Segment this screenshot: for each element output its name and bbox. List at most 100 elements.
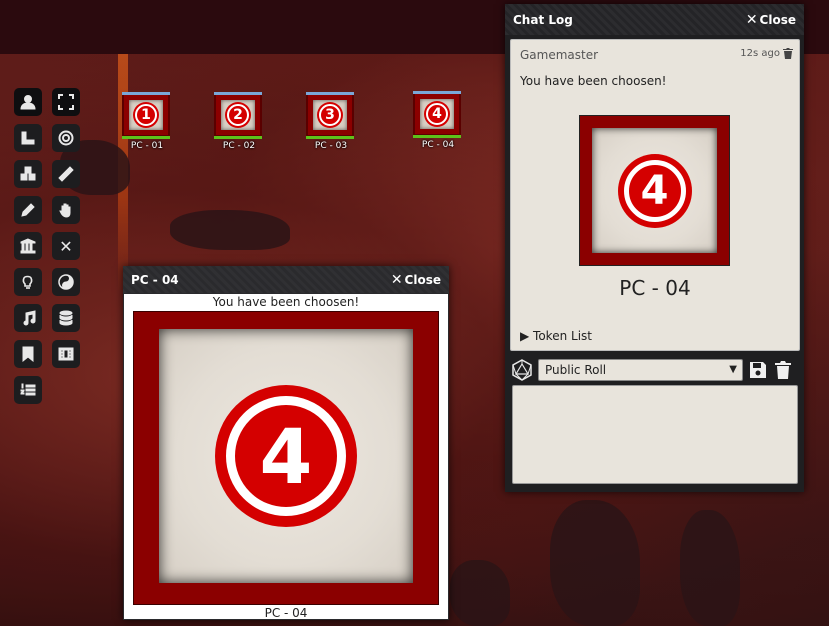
measure-button[interactable]: [14, 124, 42, 152]
token-list-toggle[interactable]: ▶ Token List: [520, 329, 592, 343]
roll-mode-value: Public Roll: [545, 363, 607, 377]
lightbulb-icon: [22, 275, 33, 289]
message-sender: Gamemaster: [520, 48, 599, 62]
token-label: PC - 03: [314, 141, 348, 151]
token-number-badge: 2: [227, 104, 249, 126]
token-label: PC - 04: [421, 140, 455, 150]
target-icon: [58, 130, 74, 146]
database-button[interactable]: [52, 304, 80, 332]
times-icon: ✕: [59, 236, 73, 256]
chat-log-window: Chat Log ✕ Close Gamemaster 12s ago You h…: [505, 4, 804, 492]
popout-close-button[interactable]: ✕ Close: [391, 272, 441, 288]
message-image: 4: [592, 128, 717, 253]
background-rock: [550, 500, 640, 626]
number-badge: 4: [617, 153, 692, 228]
token-image: 4: [420, 99, 454, 129]
chat-message-input[interactable]: [512, 385, 798, 484]
numbered-list-button[interactable]: [14, 376, 42, 404]
chat-header[interactable]: Chat Log ✕ Close: [505, 4, 804, 35]
token-label: PC - 01: [130, 141, 164, 151]
list-ol-icon: [20, 383, 36, 396]
target-button[interactable]: [52, 124, 80, 152]
token-hp-bar: [122, 136, 170, 139]
message-text: You have been choosen!: [520, 74, 667, 88]
trash-icon[interactable]: [773, 360, 793, 380]
popout-caption-bottom: PC - 04: [264, 606, 308, 619]
token-frame: 3: [306, 92, 354, 139]
film-icon: [58, 347, 74, 361]
popout-header[interactable]: PC - 04 ✕ Close: [123, 266, 449, 293]
hand-icon: [59, 203, 71, 218]
bookmark-icon: [22, 346, 34, 362]
message-header: Gamemaster 12s ago: [511, 40, 799, 62]
token-number-badge: 1: [135, 104, 157, 126]
token-pc-01[interactable]: 1 PC - 01: [122, 92, 172, 151]
token-hp-bar: [214, 136, 262, 139]
close-label: Close: [404, 272, 441, 287]
close-label: Close: [759, 12, 796, 27]
token-number-badge: 3: [319, 104, 341, 126]
background-rock: [450, 560, 510, 626]
tiles-button[interactable]: [14, 160, 42, 188]
journal-button[interactable]: [14, 232, 42, 260]
token-list-label: Token List: [533, 329, 592, 343]
cubes-icon: [20, 166, 36, 181]
database-icon: [59, 310, 73, 326]
select-tokens-button[interactable]: [52, 88, 80, 116]
token-hp-bar: [413, 135, 461, 138]
token-image: 1: [129, 100, 163, 130]
badge-number: 4: [623, 159, 686, 222]
save-icon[interactable]: [748, 360, 768, 380]
message-image-caption: PC - 04: [619, 276, 691, 300]
token-frame: 1: [122, 92, 170, 139]
grab-button[interactable]: [52, 196, 80, 224]
token-image: 2: [221, 100, 255, 130]
trash-icon[interactable]: [783, 48, 793, 59]
bookmark-button[interactable]: [14, 340, 42, 368]
message-timestamp: 12s ago: [740, 48, 780, 59]
chat-close-button[interactable]: ✕ Close: [746, 12, 796, 28]
caret-right-icon: ▶: [520, 329, 534, 343]
roll-controls: Public Roll ▼: [511, 357, 799, 383]
token-pc-04[interactable]: 4 PC - 04: [413, 91, 463, 150]
delete-button[interactable]: ✕: [52, 232, 80, 260]
badge-number: 4: [226, 396, 346, 516]
image-popout-window: PC - 04 ✕ Close You have been choosen! 4 …: [123, 266, 449, 620]
close-icon: ✕: [745, 11, 758, 28]
sound-button[interactable]: [52, 268, 80, 296]
token-number-badge: 4: [426, 103, 448, 125]
roll-mode-select[interactable]: Public Roll ▼: [538, 359, 743, 381]
popout-image: 4: [159, 329, 413, 583]
token-label: PC - 02: [222, 141, 256, 151]
chat-messages: Gamemaster 12s ago You have been choosen…: [510, 39, 800, 351]
token-hp-bar: [306, 136, 354, 139]
token-top-bar: [413, 91, 461, 94]
token-top-bar: [306, 92, 354, 95]
ruler-diagonal-icon: [58, 166, 74, 182]
popout-image-frame: 4: [133, 311, 439, 605]
d20-icon[interactable]: [511, 359, 533, 381]
popout-title: PC - 04: [131, 272, 179, 287]
token-pc-03[interactable]: 3 PC - 03: [306, 92, 356, 151]
drawing-button[interactable]: [14, 196, 42, 224]
bank-icon: [20, 238, 36, 254]
token-frame: 2: [214, 92, 262, 139]
pencil-icon: [21, 203, 35, 217]
popout-caption-top: You have been choosen!: [212, 295, 360, 309]
ruler-button[interactable]: [52, 160, 80, 188]
token-pc-02[interactable]: 2 PC - 02: [214, 92, 264, 151]
token-image: 3: [313, 100, 347, 130]
film-button[interactable]: [52, 340, 80, 368]
yin-yang-icon: [58, 274, 74, 290]
token-controls-button[interactable]: [14, 88, 42, 116]
background-rock: [170, 210, 290, 250]
ruler-icon: [21, 131, 35, 145]
popout-body: You have been choosen! 4 PC - 04: [124, 294, 448, 619]
number-badge: 4: [215, 385, 357, 527]
playlist-button[interactable]: [14, 304, 42, 332]
user-icon: [20, 95, 36, 110]
background-rock: [680, 510, 740, 626]
chat-title: Chat Log: [513, 12, 573, 27]
lighting-button[interactable]: [14, 268, 42, 296]
message-image-frame: 4: [579, 115, 730, 266]
